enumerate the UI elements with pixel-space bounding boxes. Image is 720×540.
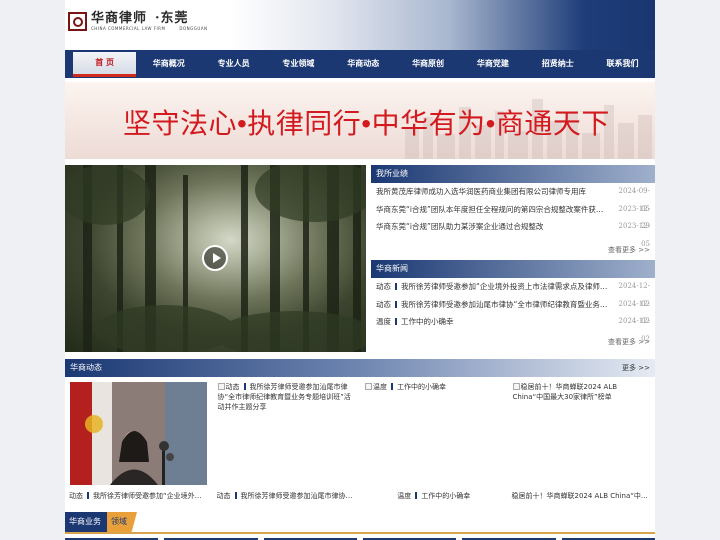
- card-image-broken[interactable]: 温度 工作中的小确幸: [365, 382, 502, 485]
- performance-panel: 我所业绩 我所黄茂库律师成功入选华润医药商业集团有限公司律师专用库 2024-0…: [371, 165, 655, 257]
- nav-item-practice[interactable]: 专业领域: [266, 53, 331, 75]
- list-item[interactable]: 华商东莞“i合规”团队本年度担任全程规问的第四宗合规整改案件获不起诉处理 202…: [371, 201, 655, 231]
- logo-cn-name: 华商律师: [91, 11, 148, 26]
- page: 华商律师 ·东莞 CHINA COMMERCIAL LAW FIRM DONGGUA…: [65, 0, 655, 540]
- news-card[interactable]: 温度 工作中的小确幸 温度 工作中的小确幸: [360, 382, 508, 506]
- logo[interactable]: 华商律师 ·东莞 CHINA COMMERCIAL LAW FIRM DONGGUA…: [68, 11, 208, 32]
- list-item[interactable]: 温度 工作中的小确幸 2024-12-02: [371, 313, 655, 343]
- performance-more-link[interactable]: 查看更多 >>: [371, 243, 655, 257]
- nav-item-home[interactable]: 首 页: [73, 51, 137, 77]
- news-more-link[interactable]: 查看更多 >>: [371, 335, 655, 349]
- dynamics-cards: 动态我所徐芳律师受邀参加“企业境外投资上市法律需求点”讲座 动态我所徐芳律师受邀…: [65, 382, 655, 506]
- news-card[interactable]: 稳居前十！华商蝉联2024 ALB China“中国最大30家律所”榜单 稳居前…: [508, 382, 655, 506]
- header: 华商律师 ·东莞 CHINA COMMERCIAL LAW FIRM DONGGUA…: [65, 0, 655, 50]
- card-image-broken[interactable]: 动态 我所徐芳律师受邀参加汕尾市律协“全市律师纪律教育暨业务专题培训班”活动并作主…: [217, 382, 355, 485]
- news-card[interactable]: 动态 我所徐芳律师受邀参加汕尾市律协“全市律师纪律教育暨业务专题培训班”活动并作主…: [213, 382, 361, 506]
- business-header: 华商业务 领域: [65, 512, 137, 532]
- broken-image-icon: [512, 383, 520, 390]
- business-title: 华商业务: [65, 512, 107, 532]
- nav-item-contact[interactable]: 联系我们: [590, 53, 655, 75]
- logo-seal-icon: [68, 12, 87, 31]
- logo-en-city: DONGGUAN: [179, 26, 208, 31]
- news-title: 华商新闻: [371, 260, 655, 278]
- news-card[interactable]: 动态我所徐芳律师受邀参加“企业境外投资上市法律需求点”讲座: [65, 382, 213, 506]
- broken-image-icon: [365, 383, 372, 390]
- hero-banner: 坚守法心•执律同行•中华有为•商通天下: [65, 82, 655, 159]
- news-panel: 华商新闻 动态我所徐芳律师受邀参加“企业境外投资上市法律需求点及律师服务”专题讲…: [371, 260, 655, 349]
- business-divider: [65, 532, 655, 534]
- business-title-accent: 领域: [107, 512, 137, 532]
- nav-item-careers[interactable]: 招贤纳士: [525, 53, 590, 75]
- logo-en-name: CHINA COMMERCIAL LAW FIRM: [91, 26, 166, 31]
- business-section: 华商业务 领域: [65, 512, 655, 540]
- card-photo[interactable]: [70, 382, 207, 485]
- main-nav: 首 页 华商概况 专业人员 专业领域 华商动态 华商原创 华商党建 招贤纳士 联…: [65, 50, 655, 78]
- broken-image-icon: [217, 383, 225, 390]
- nav-item-overview[interactable]: 华商概况: [136, 53, 201, 75]
- list-item[interactable]: 动态我所徐芳律师受邀参加汕尾市律协“全市律师纪律教育暨业务专题培训班” 2024…: [371, 296, 655, 326]
- banner-slogan: 坚守法心•执律同行•中华有为•商通天下: [123, 108, 610, 139]
- list-item[interactable]: 华商东莞“i合规”团队助力某涉案企业通过合规整改 2023-12-05: [371, 218, 655, 248]
- list-item[interactable]: 动态我所徐芳律师受邀参加“企业境外投资上市法律需求点及律师服务”专题讲座 202…: [371, 278, 655, 308]
- card-image-broken[interactable]: 稳居前十！华商蝉联2024 ALB China“中国最大30家律所”榜单: [512, 382, 650, 485]
- nav-item-people[interactable]: 专业人员: [201, 53, 266, 75]
- dynamics-header: 华商动态 更多 >>: [65, 359, 655, 377]
- video-player[interactable]: [65, 165, 366, 352]
- performance-title: 我所业绩: [371, 165, 655, 183]
- logo-cn-city: ·东莞: [155, 11, 189, 26]
- dynamics-more-link[interactable]: 更多 >>: [622, 359, 650, 377]
- nav-item-party[interactable]: 华商党建: [460, 53, 525, 75]
- speaker-photo: [70, 382, 207, 485]
- list-item[interactable]: 我所黄茂库律师成功入选华润医药商业集团有限公司律师专用库 2024-09-05: [371, 183, 655, 213]
- nav-item-original[interactable]: 华商原创: [396, 53, 461, 75]
- dynamics-title: 华商动态: [70, 363, 102, 372]
- nav-item-news[interactable]: 华商动态: [331, 53, 396, 75]
- play-icon[interactable]: [202, 245, 228, 271]
